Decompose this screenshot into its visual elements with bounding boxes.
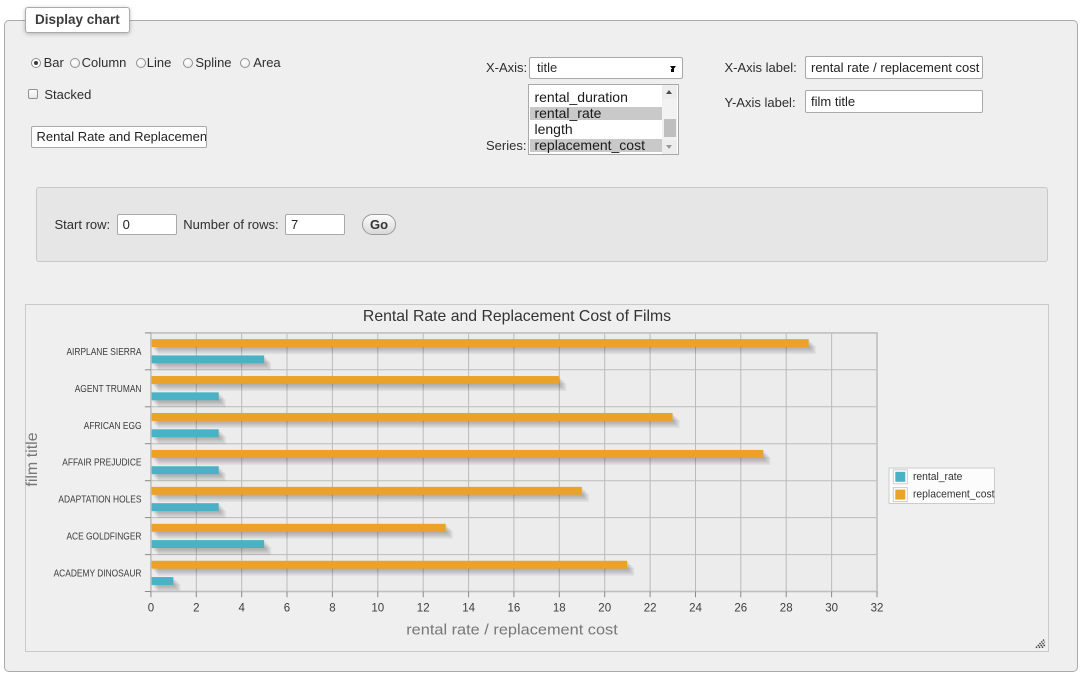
svg-text:4: 4 <box>238 602 245 614</box>
svg-text:rental_rate: rental_rate <box>913 470 962 482</box>
svg-text:18: 18 <box>553 602 566 614</box>
svg-text:0: 0 <box>148 602 154 614</box>
svg-text:2: 2 <box>193 602 199 614</box>
svg-text:film title: film title <box>24 432 41 486</box>
svg-text:14: 14 <box>462 602 475 614</box>
svg-text:10: 10 <box>371 602 384 614</box>
svg-text:30: 30 <box>825 602 838 614</box>
svg-text:ACADEMY DINOSAUR: ACADEMY DINOSAUR <box>54 567 142 578</box>
svg-text:AIRPLANE SIERRA: AIRPLANE SIERRA <box>66 346 142 357</box>
svg-text:8: 8 <box>329 602 335 614</box>
svg-text:6: 6 <box>284 602 290 614</box>
svg-text:16: 16 <box>508 602 521 614</box>
svg-text:20: 20 <box>598 602 611 614</box>
svg-text:26: 26 <box>734 602 747 614</box>
svg-text:AGENT TRUMAN: AGENT TRUMAN <box>75 383 142 394</box>
svg-text:22: 22 <box>644 602 657 614</box>
svg-text:28: 28 <box>780 602 793 614</box>
svg-text:AFRICAN EGG: AFRICAN EGG <box>84 420 142 431</box>
svg-text:24: 24 <box>689 602 702 614</box>
svg-text:replacement_cost: replacement_cost <box>913 488 995 500</box>
svg-text:ACE GOLDFINGER: ACE GOLDFINGER <box>66 530 141 541</box>
svg-text:32: 32 <box>871 602 884 614</box>
svg-text:rental rate / replacement cost: rental rate / replacement cost <box>406 622 618 638</box>
svg-text:Rental Rate and Replacement Co: Rental Rate and Replacement Cost of Film… <box>363 308 671 325</box>
svg-text:12: 12 <box>417 602 430 614</box>
svg-text:AFFAIR PREJUDICE: AFFAIR PREJUDICE <box>62 457 141 468</box>
svg-text:ADAPTATION HOLES: ADAPTATION HOLES <box>58 493 141 504</box>
